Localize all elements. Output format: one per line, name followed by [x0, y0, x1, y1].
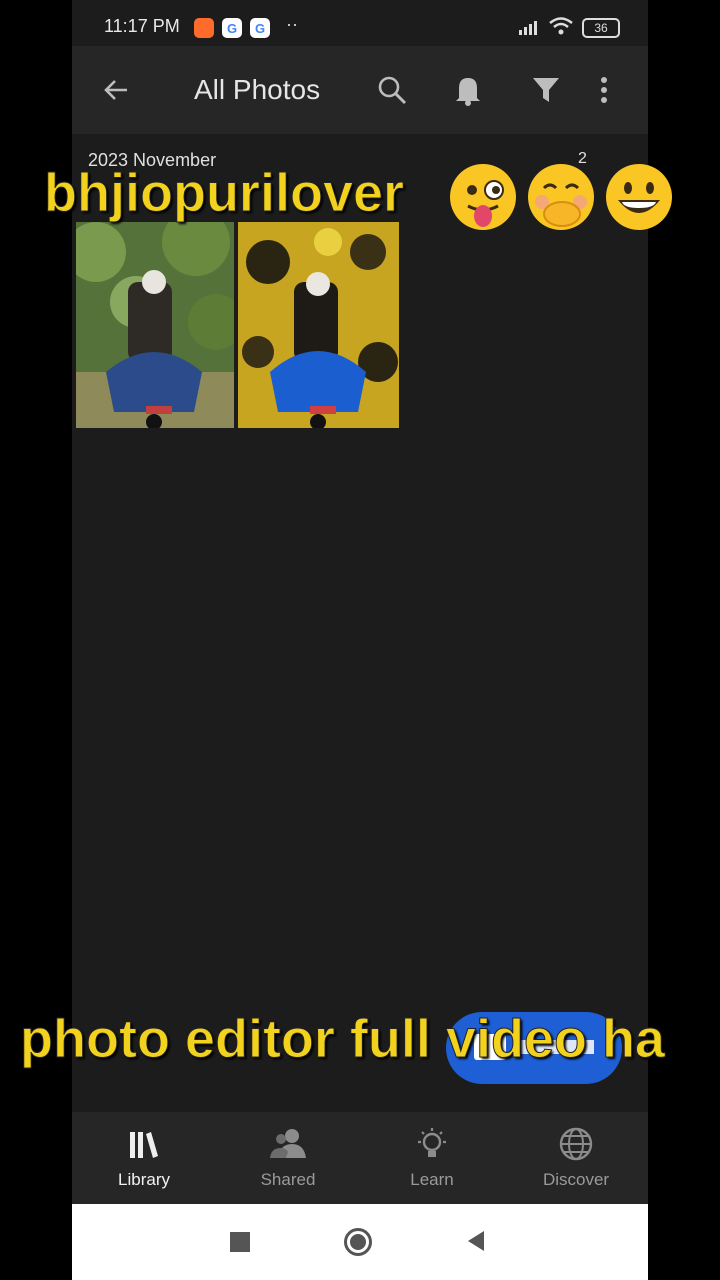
google-icon: G — [250, 18, 270, 38]
svg-text:G: G — [255, 21, 265, 36]
photo-grid-section: 2023 November 2 — [72, 134, 648, 1112]
signal-icon — [518, 18, 542, 41]
nav-item-discover[interactable]: Discover — [504, 1112, 648, 1204]
winking-tongue-emoji-icon — [448, 162, 518, 232]
app-bar: All Photos — [72, 46, 648, 134]
filter-icon[interactable] — [526, 70, 566, 110]
battery-icon: 36 — [582, 18, 620, 38]
nav-label-discover: Discover — [542, 1170, 610, 1189]
globe-icon — [559, 1127, 593, 1161]
nav-label-shared: Shared — [260, 1170, 316, 1189]
system-navigation-bar — [72, 1204, 648, 1280]
search-icon[interactable] — [372, 70, 412, 110]
nav-label-library: Library — [118, 1170, 170, 1189]
library-icon — [130, 1132, 158, 1158]
video-icon — [194, 18, 214, 38]
photo-thumbnail[interactable] — [76, 222, 234, 428]
people-icon — [270, 1129, 306, 1158]
status-bar: 11:17 PM G G ·· 36 — [72, 0, 648, 46]
grinning-face-emoji-icon — [604, 162, 674, 232]
google-icon: G — [222, 18, 242, 38]
more-dots-icon: ·· — [286, 14, 298, 34]
bell-icon[interactable] — [448, 70, 488, 110]
nav-item-shared[interactable]: Shared — [216, 1112, 360, 1204]
overlay-caption-bottom: photo editor full video ha — [20, 1009, 666, 1070]
nav-item-library[interactable]: Library — [72, 1112, 216, 1204]
more-vert-icon[interactable] — [584, 70, 624, 110]
recents-button[interactable] — [230, 1232, 250, 1252]
overlay-caption-top: bhjiopurilover — [43, 163, 405, 224]
svg-text:G: G — [227, 21, 237, 36]
back-button[interactable] — [466, 1230, 486, 1257]
nav-item-learn[interactable]: Learn — [360, 1112, 504, 1204]
bottom-navigation: Library Shared Learn Discover — [72, 1112, 648, 1204]
lightbulb-icon — [418, 1128, 446, 1157]
nav-label-learn: Learn — [410, 1170, 454, 1189]
status-time: 11:17 PM — [104, 16, 180, 36]
wifi-icon — [548, 16, 574, 41]
page-title: All Photos — [194, 74, 321, 105]
home-button[interactable] — [344, 1228, 372, 1256]
hand-over-mouth-emoji-icon — [526, 162, 596, 232]
photo-thumbnail[interactable] — [238, 222, 399, 428]
back-arrow-icon[interactable] — [96, 70, 136, 110]
